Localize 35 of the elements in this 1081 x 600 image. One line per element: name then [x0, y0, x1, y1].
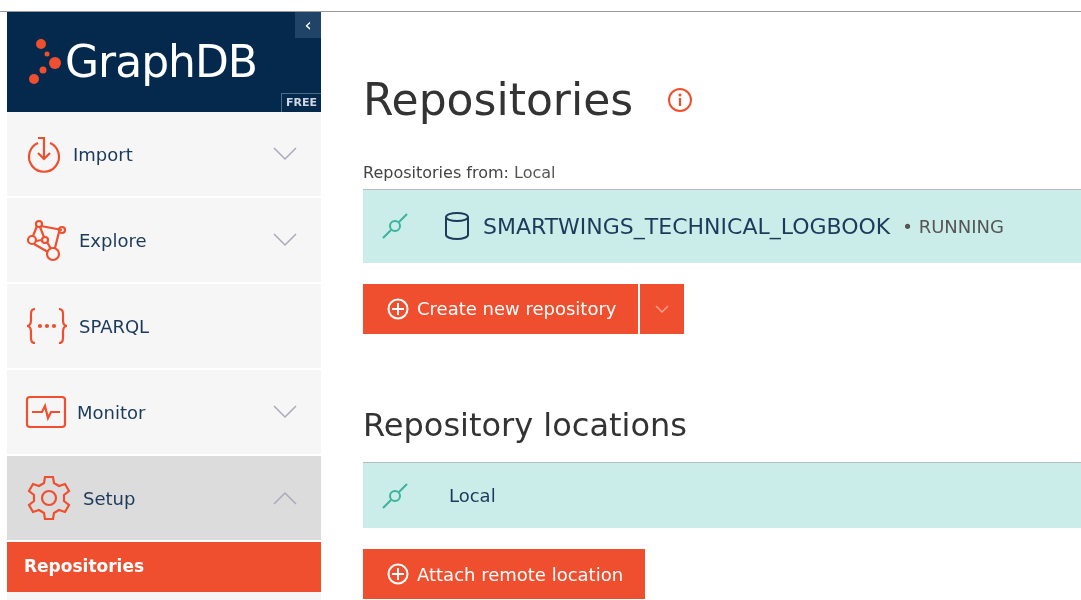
repository-status: • RUNNING [902, 214, 1004, 239]
chevron-down-icon [273, 233, 297, 247]
menu-label: Setup [83, 486, 137, 511]
menu-label: Monitor [77, 400, 147, 425]
brand-name: GraphDB [65, 35, 258, 89]
attach-location-button[interactable]: Attach remote location [363, 549, 646, 600]
info-icon[interactable] [667, 87, 694, 114]
menu-item[interactable]: Setup [7, 456, 321, 542]
chevron-down-icon [273, 147, 297, 161]
dots-logo-icon [29, 37, 63, 87]
plus-circle-icon [387, 563, 409, 586]
page-title: Repositories [363, 74, 634, 127]
create-repository-button[interactable]: Create new repository [363, 283, 639, 334]
plug-icon[interactable] [381, 481, 409, 510]
plus-circle-icon [387, 297, 409, 320]
database-icon [443, 211, 471, 242]
location-name[interactable]: Local [449, 482, 496, 510]
repository-name[interactable]: SMARTWINGS_TECHNICAL_LOGBOOK [483, 209, 891, 243]
menu-label: SPARQL [79, 314, 151, 339]
pulse-monitor-icon [25, 395, 67, 429]
section-title: Repository locations [363, 405, 688, 445]
braces-icon [25, 306, 69, 346]
menu-label: Import [73, 142, 134, 167]
network-icon [25, 218, 69, 262]
caret-icon [655, 304, 670, 313]
collapse-button[interactable]: ‹ [295, 12, 321, 38]
repositories-from-text: Repositories from: Local [363, 161, 557, 184]
plug-icon[interactable] [381, 212, 409, 241]
chevron-up-icon [273, 491, 297, 505]
chevron-down-icon [273, 405, 297, 419]
submenu-item[interactable]: Repositories [7, 542, 321, 592]
dropdown-button[interactable] [640, 283, 685, 334]
gear-icon [25, 474, 73, 522]
import-icon [25, 135, 63, 173]
menu-label: Explore [79, 228, 148, 253]
